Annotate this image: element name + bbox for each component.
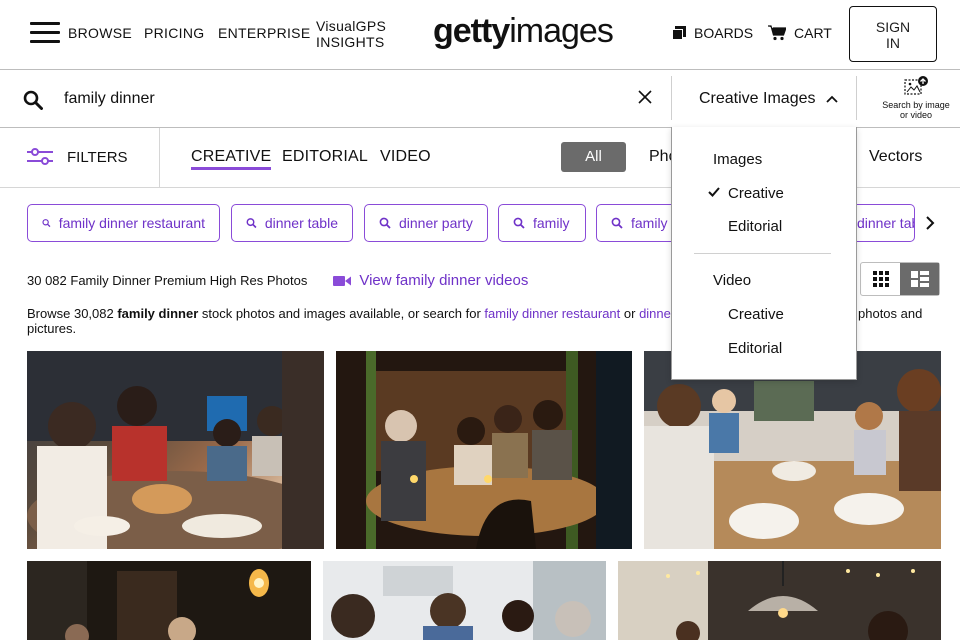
- menu-divider: [694, 253, 831, 254]
- search-icon: [513, 217, 525, 229]
- nav-browse[interactable]: BROWSE: [68, 25, 132, 41]
- cart-label: CART: [794, 25, 832, 41]
- chevron-up-icon: [825, 95, 838, 103]
- photo-family-dinner-3: [644, 351, 941, 549]
- browse-line2: pictures.: [27, 321, 77, 336]
- result-photo-5[interactable]: [323, 561, 606, 640]
- chip-family-dinner-restaurant[interactable]: family dinner restaurant: [27, 204, 220, 242]
- divider: [159, 128, 160, 188]
- chip-label: dinner party: [399, 215, 473, 231]
- nav-visualgps-line1: VisualGPS: [316, 18, 387, 34]
- photo-family-dinner-4: [27, 561, 311, 640]
- chip-label: family: [631, 215, 668, 231]
- chip-label: family dinner restaurant: [58, 215, 205, 231]
- logo-light: images: [509, 12, 614, 50]
- nav-visualgps[interactable]: VisualGPS INSIGHTS: [316, 18, 386, 50]
- browse-tail: photos and: [858, 306, 923, 321]
- grid-view-button[interactable]: [861, 263, 900, 295]
- tab-video[interactable]: VIDEO: [380, 148, 431, 166]
- filter-vectors[interactable]: Vectors: [869, 148, 922, 166]
- result-photo-1[interactable]: [27, 351, 324, 549]
- chip-dinner-table[interactable]: dinner table: [231, 204, 353, 242]
- signin-line1: SIGN: [875, 19, 911, 35]
- search-icon: [42, 219, 51, 228]
- view-videos-link[interactable]: View family dinner videos: [333, 272, 528, 289]
- tab-creative[interactable]: CREATIVE: [191, 148, 272, 170]
- menu-item-video-editorial[interactable]: Editorial: [728, 340, 782, 357]
- sliders-icon: [27, 148, 53, 165]
- top-nav: BROWSE PRICING ENTERPRISE VisualGPS INSI…: [0, 0, 960, 70]
- result-photo-2[interactable]: [336, 351, 632, 549]
- photo-family-dinner-2: [336, 351, 632, 549]
- browse-mid: stock photos and images available, or se…: [198, 306, 485, 321]
- results-count-line: 30 082 Family Dinner Premium High Res Ph…: [27, 272, 528, 289]
- image-search-icon: [904, 76, 928, 95]
- nav-enterprise[interactable]: ENTERPRISE: [218, 25, 310, 41]
- view-toggle: [860, 262, 940, 296]
- result-photo-6[interactable]: [618, 561, 941, 640]
- menu-item-images-creative[interactable]: Creative: [728, 185, 784, 202]
- getty-images-logo[interactable]: gettyimages: [433, 12, 614, 51]
- signin-line2: IN: [886, 35, 900, 51]
- cart-link[interactable]: CART: [768, 25, 832, 41]
- chevron-right-icon[interactable]: [925, 216, 935, 230]
- photo-family-dinner-1: [27, 351, 324, 549]
- sign-in-button[interactable]: SIGN IN: [849, 6, 937, 62]
- result-photo-4[interactable]: [27, 561, 311, 640]
- search-input[interactable]: [64, 90, 604, 108]
- search-icon: [379, 217, 391, 229]
- boards-link[interactable]: BOARDS: [672, 25, 753, 41]
- search-icon[interactable]: [23, 90, 43, 110]
- search-icon: [611, 217, 623, 229]
- mosaic-icon: [910, 271, 929, 287]
- browse-link-restaurant[interactable]: family dinner restaurant: [484, 306, 620, 321]
- chip-label: dinner tab: [857, 215, 915, 231]
- video-camera-icon: [333, 275, 352, 286]
- chip-dinner-party[interactable]: dinner party: [364, 204, 488, 242]
- browse-or: or: [620, 306, 640, 321]
- menu-header-video[interactable]: Video: [713, 272, 751, 289]
- browse-bold: family dinner: [117, 306, 199, 321]
- search-by-image-line1: Search by image: [882, 100, 950, 110]
- chip-family[interactable]: family: [498, 204, 586, 242]
- divider: [671, 76, 672, 120]
- photo-family-dinner-6: [618, 561, 941, 640]
- grid-icon: [872, 271, 889, 287]
- nav-pricing[interactable]: PRICING: [144, 25, 204, 41]
- menu-item-images-editorial[interactable]: Editorial: [728, 218, 782, 235]
- filters-label: FILTERS: [67, 148, 128, 166]
- results-count: 30 082 Family Dinner Premium High Res Ph…: [27, 273, 308, 288]
- nav-visualgps-line2: INSIGHTS: [316, 34, 385, 50]
- browse-pre: Browse 30,082: [27, 306, 118, 321]
- boards-label: BOARDS: [694, 25, 754, 41]
- search-bar: Creative Images Search by image or video: [0, 70, 960, 128]
- result-photo-3[interactable]: [644, 351, 941, 549]
- chip-label: dinner table: [264, 215, 338, 231]
- checkmark-icon: [708, 187, 720, 197]
- filters-button[interactable]: FILTERS: [27, 148, 128, 166]
- cart-icon: [768, 25, 786, 41]
- search-icon: [246, 218, 257, 229]
- search-by-image-line2: or video: [899, 110, 933, 120]
- menu-item-video-creative[interactable]: Creative: [728, 306, 784, 323]
- mosaic-view-button[interactable]: [900, 263, 939, 295]
- view-videos-label: View family dinner videos: [359, 272, 529, 289]
- logo-bold: getty: [433, 12, 510, 50]
- boards-icon: [672, 26, 686, 40]
- hamburger-menu-icon[interactable]: [30, 22, 60, 44]
- photo-family-dinner-5: [323, 561, 606, 640]
- filter-all-pill[interactable]: All: [561, 142, 626, 172]
- content-type-dropdown[interactable]: Creative Images: [699, 90, 838, 108]
- tab-editorial[interactable]: EDITORIAL: [282, 148, 368, 166]
- content-type-label: Creative Images: [699, 90, 816, 107]
- chip-label: family: [533, 215, 570, 231]
- menu-header-images[interactable]: Images: [713, 151, 762, 168]
- content-type-menu: Images Creative Editorial Video Creative…: [671, 127, 857, 380]
- browse-link-dinner[interactable]: dinne: [639, 306, 671, 321]
- divider: [856, 76, 857, 120]
- clear-search-icon[interactable]: [636, 88, 654, 106]
- search-by-image-button[interactable]: Search by image or video: [878, 76, 954, 120]
